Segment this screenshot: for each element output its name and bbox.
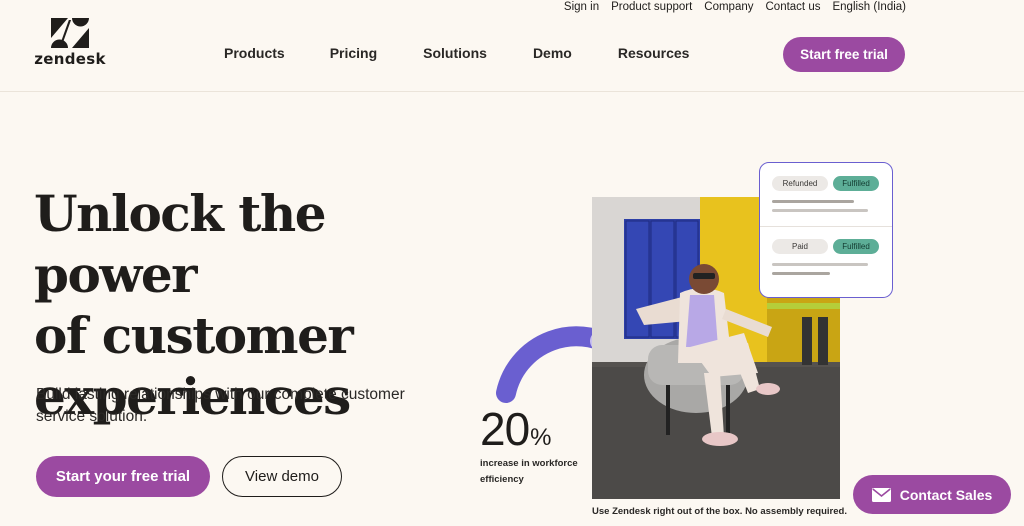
util-contact-us-link[interactable]: Contact us	[766, 1, 821, 13]
zendesk-logo-icon	[51, 18, 89, 48]
util-language-selector[interactable]: English (India)	[832, 1, 906, 13]
nav-resources[interactable]: Resources	[618, 45, 690, 61]
contact-sales-button[interactable]: Contact Sales	[853, 475, 1011, 514]
hero-headline-line-1: Unlock the power	[34, 184, 327, 304]
nav-demo[interactable]: Demo	[533, 45, 572, 61]
mail-icon	[871, 487, 891, 502]
contact-sales-label: Contact Sales	[899, 486, 993, 503]
nav-pricing[interactable]: Pricing	[330, 45, 377, 61]
nav-solutions[interactable]: Solutions	[423, 45, 487, 61]
hero-subtext: Build lasting relationships with our com…	[36, 386, 405, 425]
util-company-link[interactable]: Company	[704, 1, 753, 13]
order-row-2: Paid Fulfilled	[772, 239, 880, 254]
stat-label: increase in workforce efficiency	[480, 458, 578, 485]
refunded-badge: Refunded	[772, 176, 828, 191]
start-your-free-trial-button[interactable]: Start your free trial	[36, 456, 210, 497]
view-demo-button[interactable]: View demo	[222, 456, 342, 497]
placeholder-line	[772, 209, 868, 212]
utility-nav: Sign in Product support Company Contact …	[552, 1, 906, 13]
zendesk-logo[interactable]: zendesk	[34, 18, 106, 74]
nav-products[interactable]: Products	[224, 45, 285, 61]
stat-value: 20%	[480, 402, 552, 456]
paid-badge: Paid	[772, 239, 828, 254]
order-row-1: Refunded Fulfilled	[772, 176, 880, 191]
card-divider	[760, 226, 892, 227]
main-nav: Products Pricing Solutions Demo Resource…	[224, 45, 689, 61]
fulfilled-badge: Fulfilled	[833, 239, 879, 254]
photo-caption: Use Zendesk right out of the box. No ass…	[592, 506, 847, 517]
placeholder-line	[772, 272, 830, 275]
util-product-support-link[interactable]: Product support	[611, 1, 692, 13]
stat-unit: %	[530, 424, 551, 451]
order-status-card: Refunded Fulfilled Paid Fulfilled	[759, 162, 893, 298]
placeholder-line	[772, 200, 854, 203]
stat-number: 20	[480, 403, 530, 455]
placeholder-line	[772, 263, 868, 266]
hero-headline-line-2: of customer	[34, 306, 354, 365]
logo-wordmark: zendesk	[34, 50, 106, 68]
fulfilled-badge: Fulfilled	[833, 176, 879, 191]
site-header: zendesk Sign in Product support Company …	[0, 0, 1024, 92]
start-free-trial-button[interactable]: Start free trial	[783, 37, 905, 72]
util-sign-in-link[interactable]: Sign in	[564, 1, 599, 13]
